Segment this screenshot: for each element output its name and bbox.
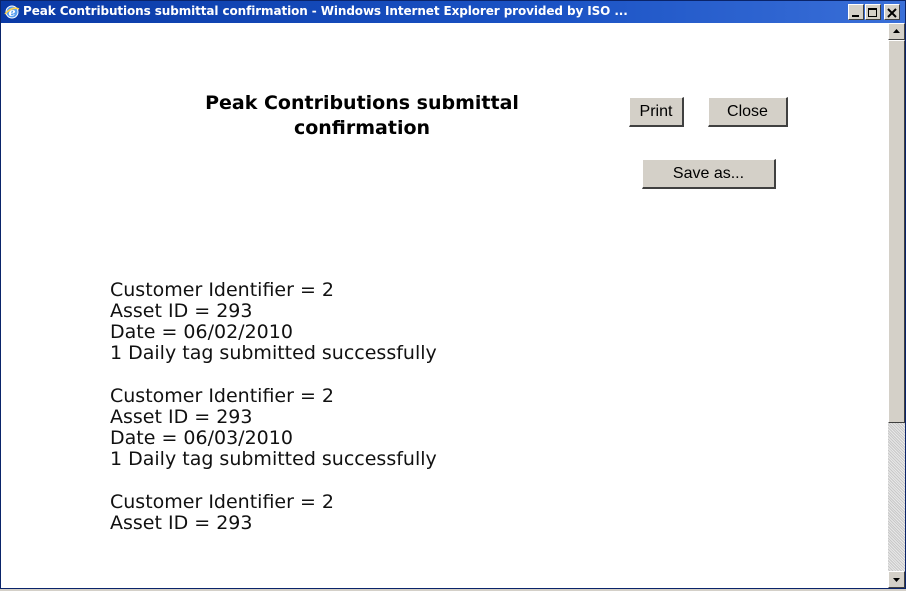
status-message: 1 Daily tag submitted successfully [110,448,437,470]
asset-id: Asset ID = 293 [110,406,253,428]
title-bar[interactable]: e Peak Contributions submittal confirmat… [1,1,905,23]
close-window-button[interactable] [884,4,900,20]
asset-id: Asset ID = 293 [110,300,253,322]
customer-identifier: Customer Identifier = 2 [110,385,335,407]
close-icon [887,8,897,18]
page-title: Peak Contributions submittal confirmatio… [205,92,519,139]
record-item: Customer Identifier = 2 Asset ID = 293 [110,492,437,534]
scrollbar-thumb[interactable] [888,40,905,423]
minimize-button[interactable] [848,4,864,20]
close-button[interactable]: Close [708,97,788,127]
down-arrow-icon [893,578,900,582]
window-title: Peak Contributions submittal confirmatio… [23,4,628,18]
status-message: 1 Daily tag submitted successfully [110,342,437,364]
record-item: Customer Identifier = 2 Asset ID = 293 D… [110,280,437,364]
print-button[interactable]: Print [629,97,684,127]
record-item: Customer Identifier = 2 Asset ID = 293 D… [110,386,437,470]
date: Date = 06/02/2010 [110,321,293,343]
submission-records: Customer Identifier = 2 Asset ID = 293 D… [110,280,437,556]
maximize-icon [868,8,877,17]
asset-id: Asset ID = 293 [110,512,253,534]
scroll-down-button[interactable] [888,571,905,588]
vertical-scrollbar[interactable] [888,23,905,588]
maximize-button[interactable] [865,4,881,20]
internet-explorer-icon: e [4,5,20,19]
minimize-icon [852,15,859,17]
scroll-up-button[interactable] [888,23,905,40]
customer-identifier: Customer Identifier = 2 [110,491,335,513]
save-as-button[interactable]: Save as... [642,159,776,189]
page-content: Peak Contributions submittal confirmatio… [2,23,888,588]
customer-identifier: Customer Identifier = 2 [110,279,335,301]
up-arrow-icon [893,29,900,33]
date: Date = 06/03/2010 [110,427,293,449]
browser-window: e Peak Contributions submittal confirmat… [0,0,906,589]
